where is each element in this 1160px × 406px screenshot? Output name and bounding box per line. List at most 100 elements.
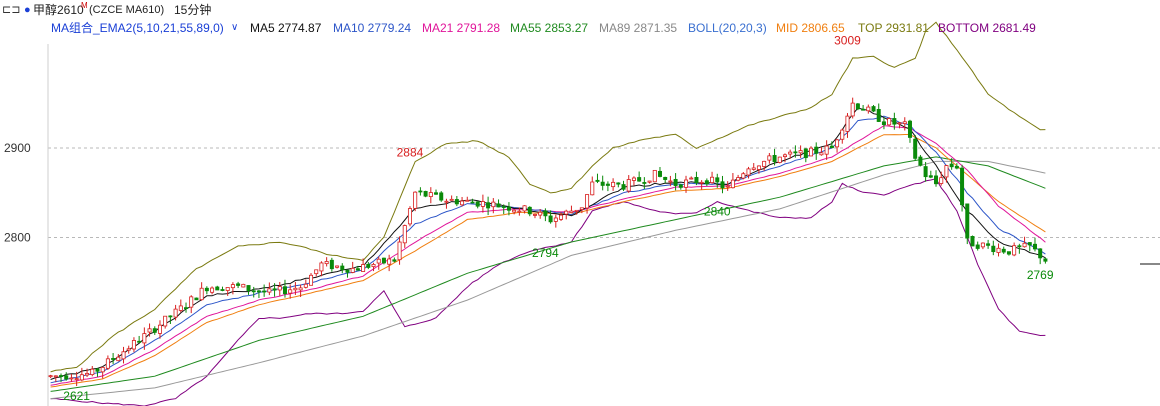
candle-body (694, 177, 699, 184)
candle-body (288, 289, 293, 294)
price-annotation: 2884 (397, 145, 424, 159)
candle-body (121, 351, 126, 360)
candle-body (902, 121, 907, 124)
candle-body (48, 375, 53, 378)
candle-body (142, 333, 147, 344)
candle-body (944, 165, 949, 178)
candle-body (454, 199, 459, 205)
instrument-symbol: (CZCE MA610) (89, 4, 165, 16)
candle-body (642, 182, 647, 184)
candle-body (501, 206, 506, 208)
indicator-group-dropdown[interactable]: MA组合_EMA2(5,10,21,55,89,0) (51, 19, 224, 37)
candle-body (246, 285, 251, 291)
candle-body (824, 145, 829, 155)
candle-body (861, 108, 866, 111)
y-tick-label: 2800 (4, 231, 31, 245)
candle-body (95, 368, 100, 372)
candle-body (69, 377, 74, 380)
candle-body (866, 106, 871, 112)
candle-body (928, 175, 933, 178)
candle-body (855, 103, 860, 110)
candle-body (595, 179, 600, 182)
candle-body (517, 210, 522, 213)
candle-body (59, 375, 64, 377)
candle-body (996, 247, 1001, 253)
chevron-down-icon[interactable]: ∨ (231, 19, 238, 37)
candle-body (480, 201, 485, 207)
candle-body (975, 244, 980, 249)
candle-body (991, 245, 996, 253)
candle-body (256, 290, 261, 293)
period-label[interactable]: 15分钟 (174, 0, 211, 20)
candle-body (491, 201, 496, 208)
candle-body (303, 283, 308, 288)
candle-body (79, 374, 84, 381)
legend-top: TOP 2931.81 (858, 21, 929, 35)
candle-body (579, 207, 584, 210)
candle-body (1017, 245, 1022, 248)
candle-body (53, 375, 58, 378)
candle-body (522, 205, 527, 212)
candle-body (126, 348, 131, 351)
candle-body (74, 378, 79, 380)
candle-body (184, 307, 189, 310)
candle-body (298, 287, 303, 291)
candle-body (157, 324, 162, 334)
line-boll-mid (50, 134, 1046, 388)
candle-body (361, 264, 366, 272)
candle-body (319, 262, 324, 272)
candle-body (85, 373, 90, 376)
candle-body (881, 121, 886, 125)
candle-body (1027, 242, 1032, 246)
candle-body (793, 151, 798, 154)
kline-chart[interactable]: 288427942840300927692621 29002800 (0, 0, 1160, 406)
candle-body (699, 181, 704, 184)
candle-body (64, 375, 69, 380)
candle-body (225, 287, 230, 291)
candle-body (105, 358, 110, 369)
candle-body (335, 265, 340, 268)
candle-body (756, 165, 761, 170)
candle-body (710, 176, 715, 184)
candle-body (381, 257, 386, 264)
candle-body (486, 202, 491, 209)
candle-body (475, 201, 480, 207)
candle-body (137, 340, 142, 343)
candle-body (512, 209, 517, 213)
candle-body (428, 192, 433, 198)
candle-body (918, 156, 923, 166)
candle-body (777, 156, 782, 163)
candle-body (1006, 251, 1011, 255)
candle-body (340, 265, 345, 270)
candle-body (965, 203, 970, 239)
legend-bottom: BOTTOM 2681.49 (938, 21, 1036, 35)
candle-body (684, 179, 689, 188)
legend-ma89: MA89 2871.35 (599, 21, 678, 35)
candle-body (1043, 258, 1048, 262)
candle-body (215, 286, 220, 291)
candle-body (267, 288, 272, 293)
candle-body (600, 181, 605, 186)
candle-body (751, 167, 756, 170)
candle-body (923, 166, 928, 178)
candle-body (897, 122, 902, 125)
candle-body (220, 289, 225, 291)
candle-body (277, 286, 282, 291)
candle-body (850, 102, 855, 117)
candle-body (809, 147, 814, 157)
candle-body (689, 177, 694, 180)
price-annotation: 2769 (1027, 268, 1054, 282)
candle-body (350, 267, 355, 273)
candle-body (819, 152, 824, 156)
candle-body (772, 154, 777, 163)
candle-body (782, 154, 787, 158)
candle-body (668, 180, 673, 183)
candle-body (376, 258, 381, 264)
candle-body (1032, 243, 1037, 250)
candle-body (444, 200, 449, 203)
candle-body (199, 287, 204, 301)
panel-toggle-icon[interactable]: ⊏⊐ (2, 0, 20, 20)
candles (48, 97, 1048, 387)
candle-body (704, 180, 709, 185)
candle-body (876, 108, 881, 122)
